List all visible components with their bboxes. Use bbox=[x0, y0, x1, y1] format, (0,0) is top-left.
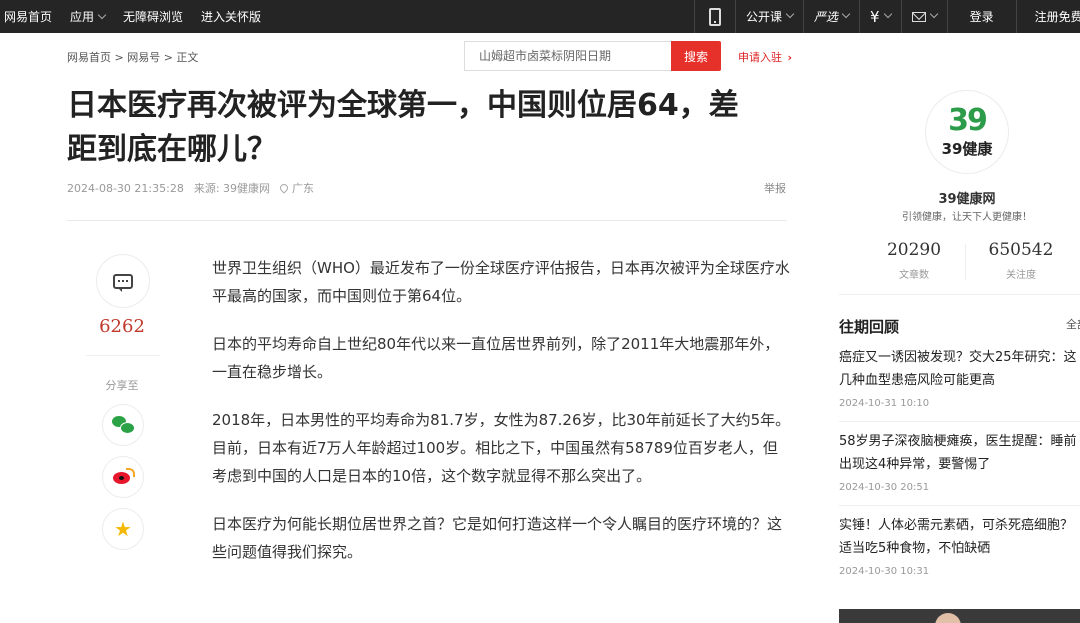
stat-divider bbox=[965, 244, 966, 280]
news-title-line: 出现这4种异常，要警惕了 bbox=[839, 457, 991, 472]
news-divider bbox=[839, 505, 1080, 506]
wechat-icon bbox=[112, 416, 135, 434]
news-title-line: 几种血型患癌风险可能更高 bbox=[839, 373, 996, 388]
comment-icon bbox=[113, 273, 133, 292]
list-item[interactable]: 实锤！人体必需元素硒，可杀死癌细胞？ 适当吃5种食物，不怕缺硒 2024-10-… bbox=[839, 514, 1080, 577]
sidebar-divider bbox=[839, 294, 1080, 295]
followers-count: 650542 bbox=[988, 240, 1054, 260]
finance-menu[interactable]: ¥ bbox=[859, 0, 901, 33]
favorite-button[interactable]: ★ bbox=[102, 508, 144, 550]
apply-join-label: 申请入驻 bbox=[738, 51, 782, 64]
mail-icon bbox=[911, 11, 926, 22]
netease-home-link[interactable]: 网易首页 bbox=[4, 8, 52, 25]
search-button[interactable]: 搜索 bbox=[671, 41, 721, 71]
social-divider bbox=[86, 355, 160, 356]
article-source[interactable]: 来源: 39健康网 bbox=[194, 180, 270, 196]
list-item[interactable]: 58岁男子深夜脑梗瘫痪，医生提醒：睡前 出现这4种异常，要警惕了 2024-10… bbox=[839, 430, 1080, 493]
login-label: 登录 bbox=[969, 10, 994, 24]
open-course-menu[interactable]: 公开课 bbox=[735, 0, 803, 33]
article-body: 世界卫生组织（WHO）最近发布了一份全球医疗评估报告，日本再次被评为全球医疗水平… bbox=[212, 254, 792, 586]
news-title-line: 实锤！人体必需元素硒，可杀死癌细胞？ bbox=[839, 518, 1074, 533]
open-course-label: 公开课 bbox=[746, 10, 783, 24]
yen-icon: ¥ bbox=[870, 7, 880, 26]
chevron-down-icon bbox=[883, 9, 892, 18]
view-all-link[interactable]: 全部 bbox=[1066, 316, 1080, 332]
login-link[interactable]: 登录 bbox=[946, 0, 1016, 33]
search-box: 搜索 bbox=[464, 41, 721, 71]
mobile-app-button[interactable] bbox=[694, 0, 735, 33]
yanxuan-menu[interactable]: 严选 bbox=[803, 0, 859, 33]
yanxuan-label: 严选 bbox=[814, 10, 839, 24]
chevron-down-icon bbox=[97, 10, 107, 20]
article-paragraph: 日本医疗为何能长期位居世界之首？它是如何打造这样一个令人瞩目的医疗环境的？这些问… bbox=[212, 515, 783, 561]
news-title-line: 癌症又一诱因被发现？交大25年研究：这 bbox=[839, 350, 1077, 365]
articles-label: 文章数 bbox=[899, 270, 929, 281]
article-paragraph: 2018年，日本男性的平均寿命为81.7岁，女性为87.26岁，比30年前延长了… bbox=[212, 411, 791, 485]
chevron-right-icon: › bbox=[787, 51, 793, 64]
chevron-down-icon bbox=[785, 9, 795, 18]
top-navigation-bar: 网易首页 应用 无障碍浏览 进入关怀版 公开课 严选 ¥ 登录 注册免费邮箱 bbox=[0, 0, 1080, 33]
article-paragraph: 世界卫生组织（WHO）最近发布了一份全球医疗评估报告，日本再次被评为全球医疗水平… bbox=[212, 259, 790, 305]
followers-label: 关注度 bbox=[1006, 270, 1036, 281]
apply-join-link[interactable]: 申请入驻 › bbox=[738, 49, 792, 65]
chevron-down-icon bbox=[929, 9, 938, 18]
search-input[interactable] bbox=[464, 41, 672, 71]
article-title: 日本医疗再次被评为全球第一，中国则位居64，差距到底在哪儿？ bbox=[67, 88, 739, 167]
author-slogan: 引领健康，让天下人更健康！ bbox=[902, 212, 1032, 223]
articles-count: 20290 bbox=[886, 240, 942, 260]
share-weibo-button[interactable] bbox=[102, 456, 144, 498]
articles-stat: 20290 文章数 bbox=[869, 240, 959, 281]
author-name[interactable]: 39健康网 bbox=[880, 188, 1054, 207]
news-date: 2024-10-30 10:31 bbox=[839, 566, 930, 577]
news-title-line: 适当吃5种食物，不怕缺硒 bbox=[839, 541, 991, 556]
title-divider bbox=[67, 220, 787, 221]
news-date: 2024-10-30 20:51 bbox=[839, 482, 930, 493]
accessible-browse-link[interactable]: 无障碍浏览 bbox=[123, 8, 183, 25]
topbar-right: 公开课 严选 ¥ 登录 注册免费邮箱 bbox=[694, 0, 1080, 33]
news-title-line: 58岁男子深夜脑梗瘫痪，医生提醒：睡前 bbox=[839, 434, 1077, 449]
news-date: 2024-10-31 10:10 bbox=[839, 398, 930, 409]
logo-number: 39 bbox=[948, 102, 988, 138]
past-review-heading: 往期回顾 bbox=[839, 318, 900, 336]
share-label: 分享至 bbox=[105, 379, 139, 392]
location-pin-icon bbox=[278, 182, 290, 194]
breadcrumb[interactable]: 网易首页 > 网易号 > 正文 bbox=[67, 49, 198, 65]
phone-icon bbox=[709, 7, 721, 26]
star-icon: ★ bbox=[114, 517, 132, 541]
weibo-icon bbox=[112, 468, 135, 486]
location-label: 广东 bbox=[292, 182, 315, 195]
logo-text: 39健康 bbox=[941, 139, 993, 158]
followers-stat: 650542 关注度 bbox=[976, 240, 1066, 281]
article-meta: 2024-08-30 21:35:28 来源: 39健康网 广东 bbox=[67, 180, 314, 196]
report-link[interactable]: 举报 bbox=[764, 180, 786, 196]
register-email-link[interactable]: 注册免费邮箱 bbox=[1015, 0, 1080, 33]
comment-count[interactable]: 6262 bbox=[70, 316, 174, 337]
author-avatar[interactable]: 39 39健康 bbox=[925, 90, 1009, 174]
topbar-left: 网易首页 应用 无障碍浏览 进入关怀版 bbox=[4, 0, 261, 33]
apps-menu[interactable]: 应用 bbox=[70, 8, 107, 25]
comment-button[interactable] bbox=[96, 254, 150, 308]
publish-datetime: 2024-08-30 21:35:28 bbox=[67, 181, 184, 195]
care-mode-link[interactable]: 进入关怀版 bbox=[201, 8, 261, 25]
list-item[interactable]: 癌症又一诱因被发现？交大25年研究：这 几种血型患癌风险可能更高 2024-10… bbox=[839, 346, 1080, 409]
register-label: 注册免费邮箱 bbox=[1034, 10, 1080, 24]
article-paragraph: 日本的平均寿命自上世纪80年代以来一直位居世界前列，除了2011年大地震那年外，… bbox=[212, 335, 780, 381]
mail-menu[interactable] bbox=[900, 0, 947, 33]
ad-thumbnail-image[interactable] bbox=[839, 609, 1080, 623]
chevron-down-icon bbox=[841, 9, 851, 18]
apps-menu-label: 应用 bbox=[70, 10, 95, 24]
news-divider bbox=[839, 421, 1080, 422]
article-location: 广东 bbox=[278, 180, 315, 196]
share-wechat-button[interactable] bbox=[102, 404, 144, 446]
